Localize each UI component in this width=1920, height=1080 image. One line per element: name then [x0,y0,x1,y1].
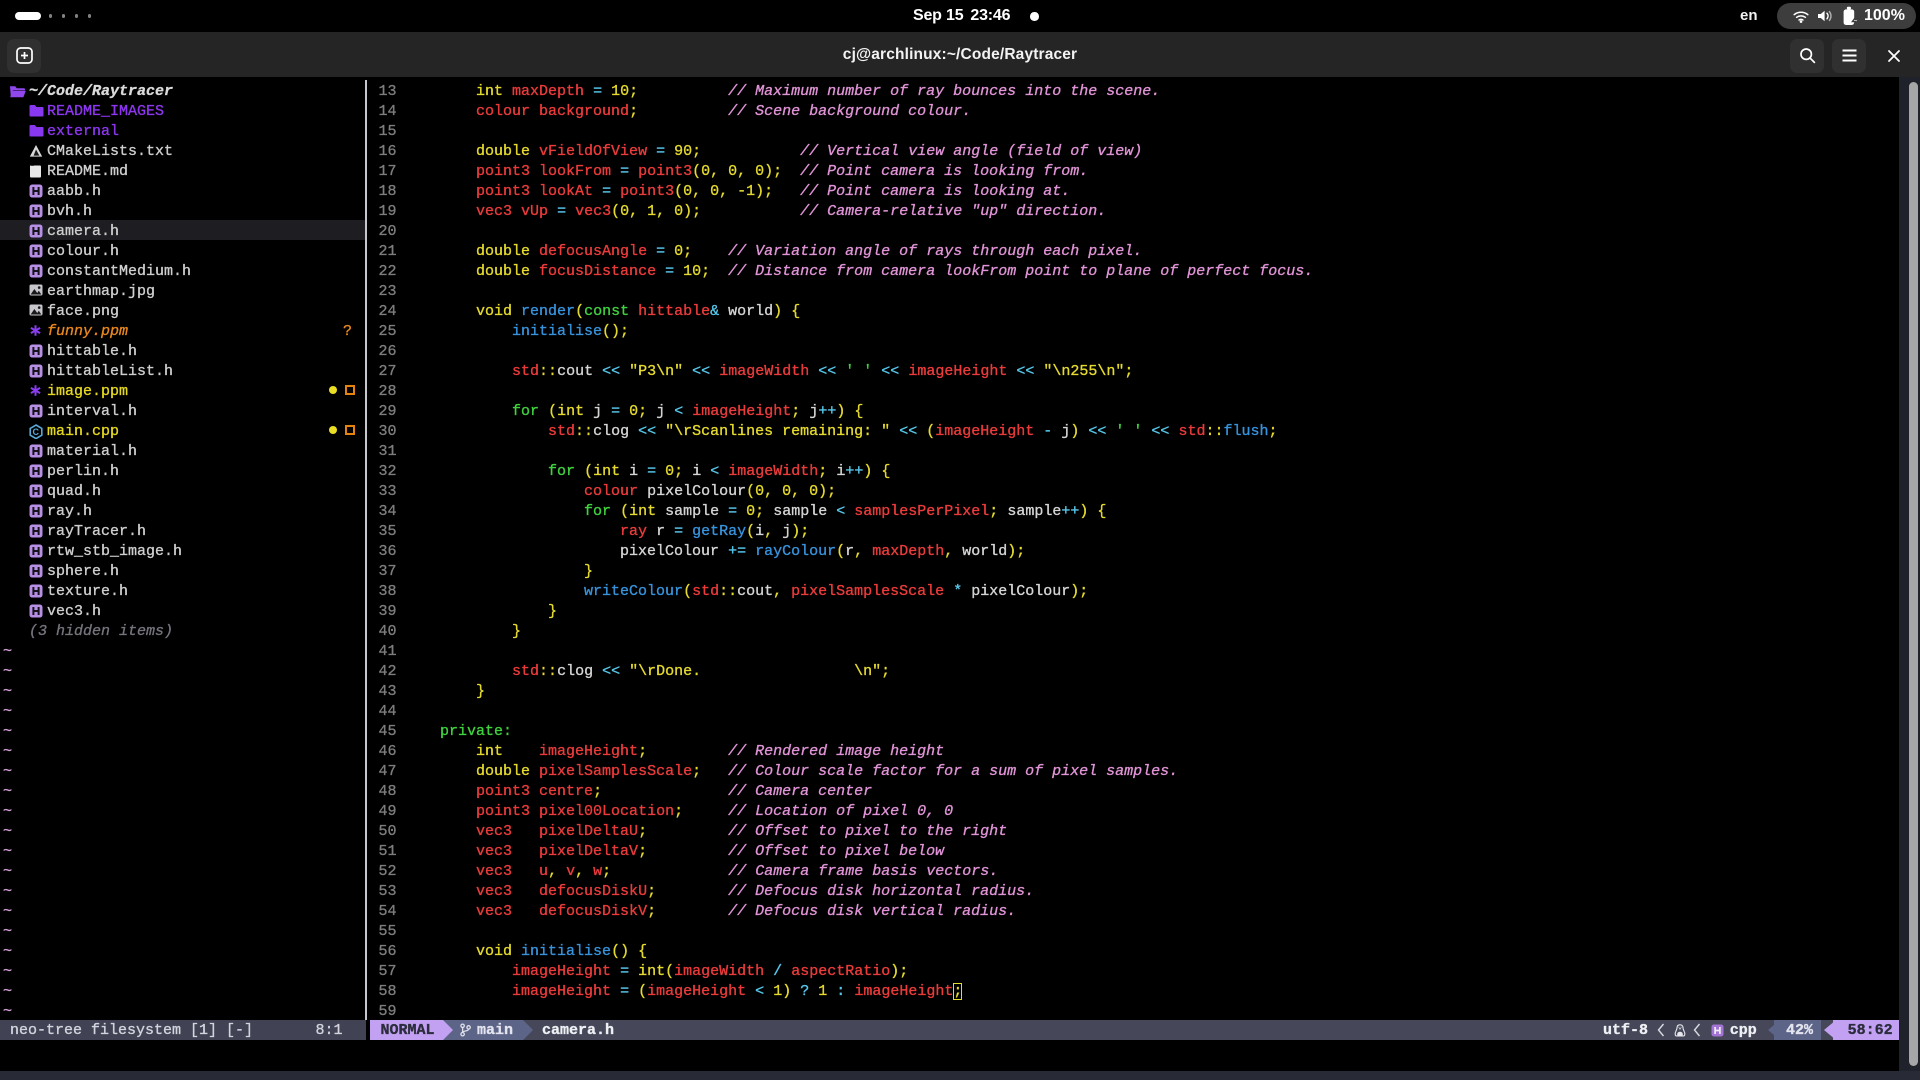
svg-text:C: C [33,427,40,437]
